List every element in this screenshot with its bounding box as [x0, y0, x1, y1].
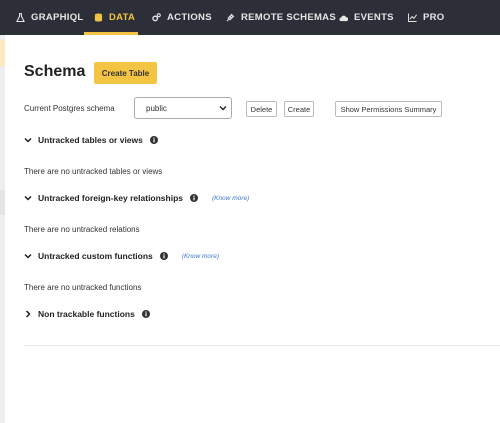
chevron-right-icon: [24, 310, 32, 318]
nav-label: PRO: [423, 12, 445, 23]
nav-item-events[interactable]: EVENTS: [339, 0, 394, 35]
cloud-icon: [339, 13, 348, 22]
info-icon[interactable]: [190, 194, 199, 202]
nav-label: ACTIONS: [167, 12, 212, 23]
schema-label: Current Postgres schema: [24, 104, 115, 113]
nav-item-actions[interactable]: ACTIONS: [152, 0, 212, 35]
schema-select-value: public: [146, 103, 167, 113]
empty-state-text: There are no untracked functions: [24, 283, 142, 292]
nav-label: DATA: [109, 12, 136, 23]
section-title: Non trackable functions: [38, 309, 135, 319]
section-untracked-relationships-toggle[interactable]: Untracked foreign-key relationships (Kno…: [24, 191, 249, 205]
cogs-icon: [152, 13, 161, 22]
section-untracked-functions-toggle[interactable]: Untracked custom functions (Know more): [24, 249, 219, 263]
top-navigation: GRAPHIQL DATA ACTIONS REMOTE SCHEMAS EVE…: [0, 0, 500, 35]
database-icon: [94, 13, 103, 22]
flask-icon: [16, 13, 25, 22]
nav-label: EVENTS: [354, 12, 394, 23]
empty-state-text: There are no untracked tables or views: [24, 167, 163, 176]
section-title: Untracked tables or views: [38, 135, 143, 145]
section-title: Untracked custom functions: [38, 251, 153, 261]
schema-select[interactable]: public: [134, 97, 232, 119]
know-more-link[interactable]: (Know more): [182, 253, 219, 260]
info-icon[interactable]: [149, 136, 158, 144]
divider: [24, 345, 500, 346]
info-icon[interactable]: [141, 310, 150, 318]
info-icon[interactable]: [159, 252, 168, 260]
section-non-trackable-functions-toggle[interactable]: Non trackable functions: [24, 307, 150, 321]
chevron-down-icon: [24, 252, 32, 260]
know-more-link[interactable]: (Know more): [212, 195, 249, 202]
chevron-down-icon: [24, 136, 32, 144]
plug-icon: [226, 13, 235, 22]
chevron-down-icon: [24, 194, 32, 202]
create-table-button[interactable]: Create Table: [94, 62, 157, 84]
create-schema-button[interactable]: Create: [284, 101, 314, 117]
main-panel: Schema Create Table Current Postgres sch…: [5, 35, 500, 423]
nav-label: REMOTE SCHEMAS: [241, 12, 336, 23]
chevron-down-icon: [219, 104, 227, 114]
section-title: Untracked foreign-key relationships: [38, 193, 184, 203]
show-permissions-summary-button[interactable]: Show Permissions Summary: [335, 101, 442, 117]
nav-item-pro[interactable]: PRO: [408, 0, 445, 35]
nav-item-graphiql[interactable]: GRAPHIQL: [16, 0, 84, 35]
chart-icon: [408, 13, 417, 22]
delete-schema-button[interactable]: Delete: [246, 101, 277, 117]
section-untracked-tables-toggle[interactable]: Untracked tables or views: [24, 133, 158, 147]
nav-label: GRAPHIQL: [31, 12, 84, 23]
empty-state-text: There are no untracked relations: [24, 225, 140, 234]
nav-item-remote-schemas[interactable]: REMOTE SCHEMAS: [226, 0, 336, 35]
page-title: Schema: [24, 63, 86, 80]
nav-item-data[interactable]: DATA: [94, 0, 135, 35]
